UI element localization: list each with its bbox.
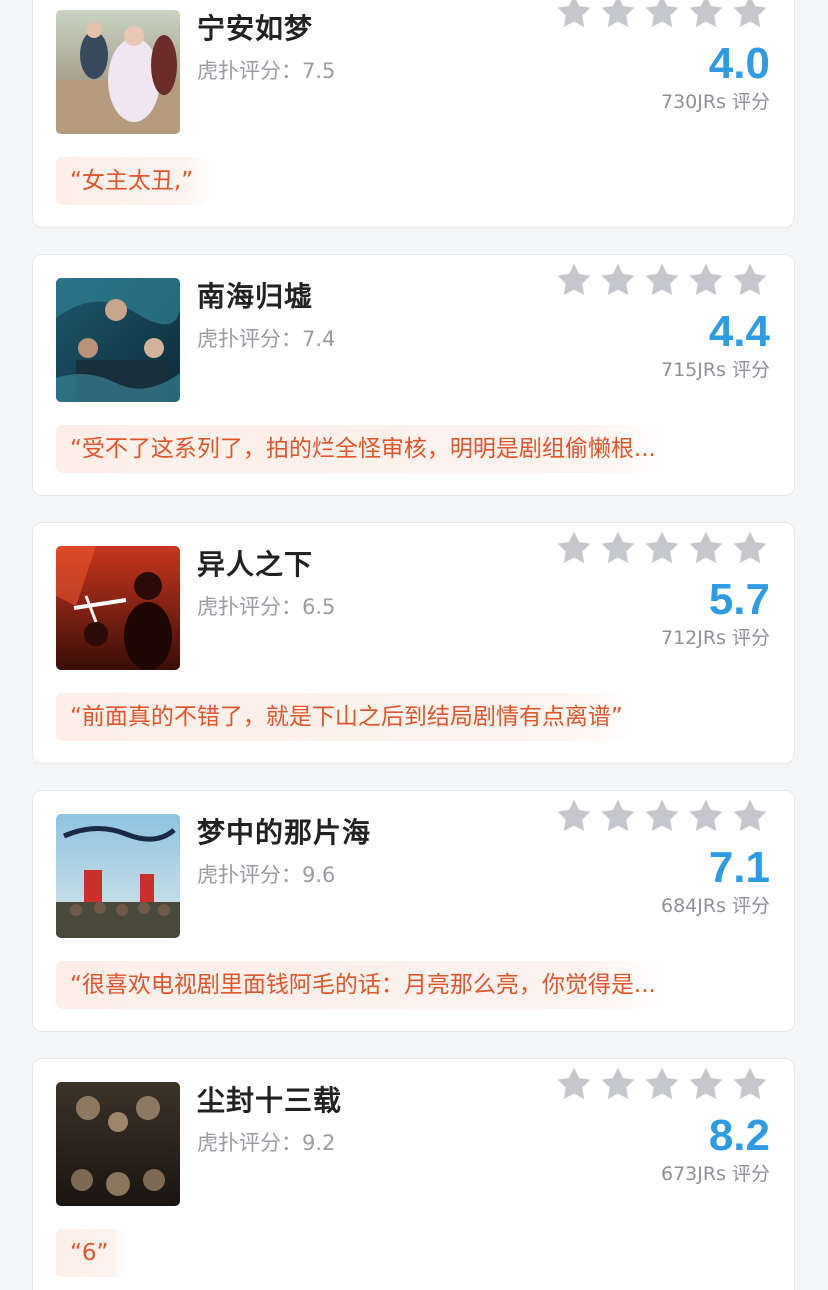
poster-art — [56, 1082, 180, 1206]
drama-card[interactable]: 南海归墟 虎扑评分：7.4 4.4 715JRs 评分 “受不了这系列了，拍的烂… — [32, 254, 795, 496]
average-rating: 5.7 — [708, 575, 770, 624]
star-icon[interactable] — [643, 0, 681, 31]
poster-image[interactable] — [56, 10, 180, 134]
vote-count: 715JRs 评分 — [660, 359, 770, 381]
vote-count: 684JRs 评分 — [660, 895, 770, 917]
vote-count: 712JRs 评分 — [660, 627, 770, 649]
hupu-score: 虎扑评分：9.2 — [197, 1131, 336, 1155]
star-icon[interactable] — [731, 1065, 769, 1103]
drama-title[interactable]: 宁安如梦 — [197, 7, 313, 47]
star-icon[interactable] — [599, 1065, 637, 1103]
drama-card[interactable]: 异人之下 虎扑评分：6.5 5.7 712JRs 评分 “前面真的不错了，就是下… — [32, 522, 795, 764]
hot-comment[interactable]: “6” — [56, 1229, 125, 1277]
star-icon[interactable] — [599, 529, 637, 567]
star-rating[interactable] — [555, 261, 769, 299]
star-icon[interactable] — [731, 0, 769, 31]
star-rating[interactable] — [555, 0, 769, 31]
hupu-score: 虎扑评分：7.5 — [197, 59, 336, 83]
star-icon[interactable] — [687, 261, 725, 299]
average-rating: 4.0 — [708, 39, 770, 88]
poster-art — [56, 10, 180, 134]
star-icon[interactable] — [643, 529, 681, 567]
poster-image[interactable] — [56, 546, 180, 670]
drama-title[interactable]: 异人之下 — [197, 543, 313, 583]
average-rating: 4.4 — [708, 307, 770, 356]
hupu-score: 虎扑评分：7.4 — [197, 327, 336, 351]
drama-title[interactable]: 南海归墟 — [197, 275, 313, 315]
vote-count: 673JRs 评分 — [660, 1163, 770, 1185]
star-icon[interactable] — [555, 261, 593, 299]
star-icon[interactable] — [643, 1065, 681, 1103]
star-rating[interactable] — [555, 529, 769, 567]
average-rating: 7.1 — [708, 843, 770, 892]
drama-card[interactable]: 梦中的那片海 虎扑评分：9.6 7.1 684JRs 评分 “很喜欢电视剧里面钱… — [32, 790, 795, 1032]
hot-comment[interactable]: “很喜欢电视剧里面钱阿毛的话：月亮那么亮，你觉得是... — [56, 961, 672, 1009]
hupu-score: 虎扑评分：6.5 — [197, 595, 336, 619]
poster-image[interactable] — [56, 278, 180, 402]
star-icon[interactable] — [643, 261, 681, 299]
star-icon[interactable] — [687, 529, 725, 567]
drama-rating-list: 宁安如梦 虎扑评分：7.5 4.0 730JRs 评分 “女主太丑,” 南海归墟… — [0, 0, 828, 1290]
drama-title[interactable]: 梦中的那片海 — [197, 811, 371, 851]
star-icon[interactable] — [643, 797, 681, 835]
poster-art — [56, 814, 180, 938]
hot-comment[interactable]: “女主太丑,” — [56, 157, 210, 205]
star-icon[interactable] — [687, 1065, 725, 1103]
star-icon[interactable] — [687, 0, 725, 31]
drama-card[interactable]: 尘封十三载 虎扑评分：9.2 8.2 673JRs 评分 “6” — [32, 1058, 795, 1290]
star-icon[interactable] — [555, 797, 593, 835]
star-icon[interactable] — [599, 261, 637, 299]
star-icon[interactable] — [599, 797, 637, 835]
star-rating[interactable] — [555, 1065, 769, 1103]
star-icon[interactable] — [731, 797, 769, 835]
star-icon[interactable] — [687, 797, 725, 835]
star-icon[interactable] — [731, 261, 769, 299]
vote-count: 730JRs 评分 — [660, 91, 770, 113]
hot-comment[interactable]: “前面真的不错了，就是下山之后到结局剧情有点离谱” — [56, 693, 639, 741]
star-rating[interactable] — [555, 797, 769, 835]
poster-art — [56, 278, 180, 402]
poster-image[interactable] — [56, 1082, 180, 1206]
star-icon[interactable] — [731, 529, 769, 567]
star-icon[interactable] — [599, 0, 637, 31]
poster-art — [56, 546, 180, 670]
drama-title[interactable]: 尘封十三载 — [197, 1079, 342, 1119]
star-icon[interactable] — [555, 1065, 593, 1103]
hot-comment[interactable]: “受不了这系列了，拍的烂全怪审核，明明是剧组偷懒根... — [56, 425, 672, 473]
drama-card[interactable]: 宁安如梦 虎扑评分：7.5 4.0 730JRs 评分 “女主太丑,” — [32, 0, 795, 228]
poster-image[interactable] — [56, 814, 180, 938]
average-rating: 8.2 — [708, 1111, 770, 1160]
hupu-score: 虎扑评分：9.6 — [197, 863, 336, 887]
star-icon[interactable] — [555, 0, 593, 31]
star-icon[interactable] — [555, 529, 593, 567]
